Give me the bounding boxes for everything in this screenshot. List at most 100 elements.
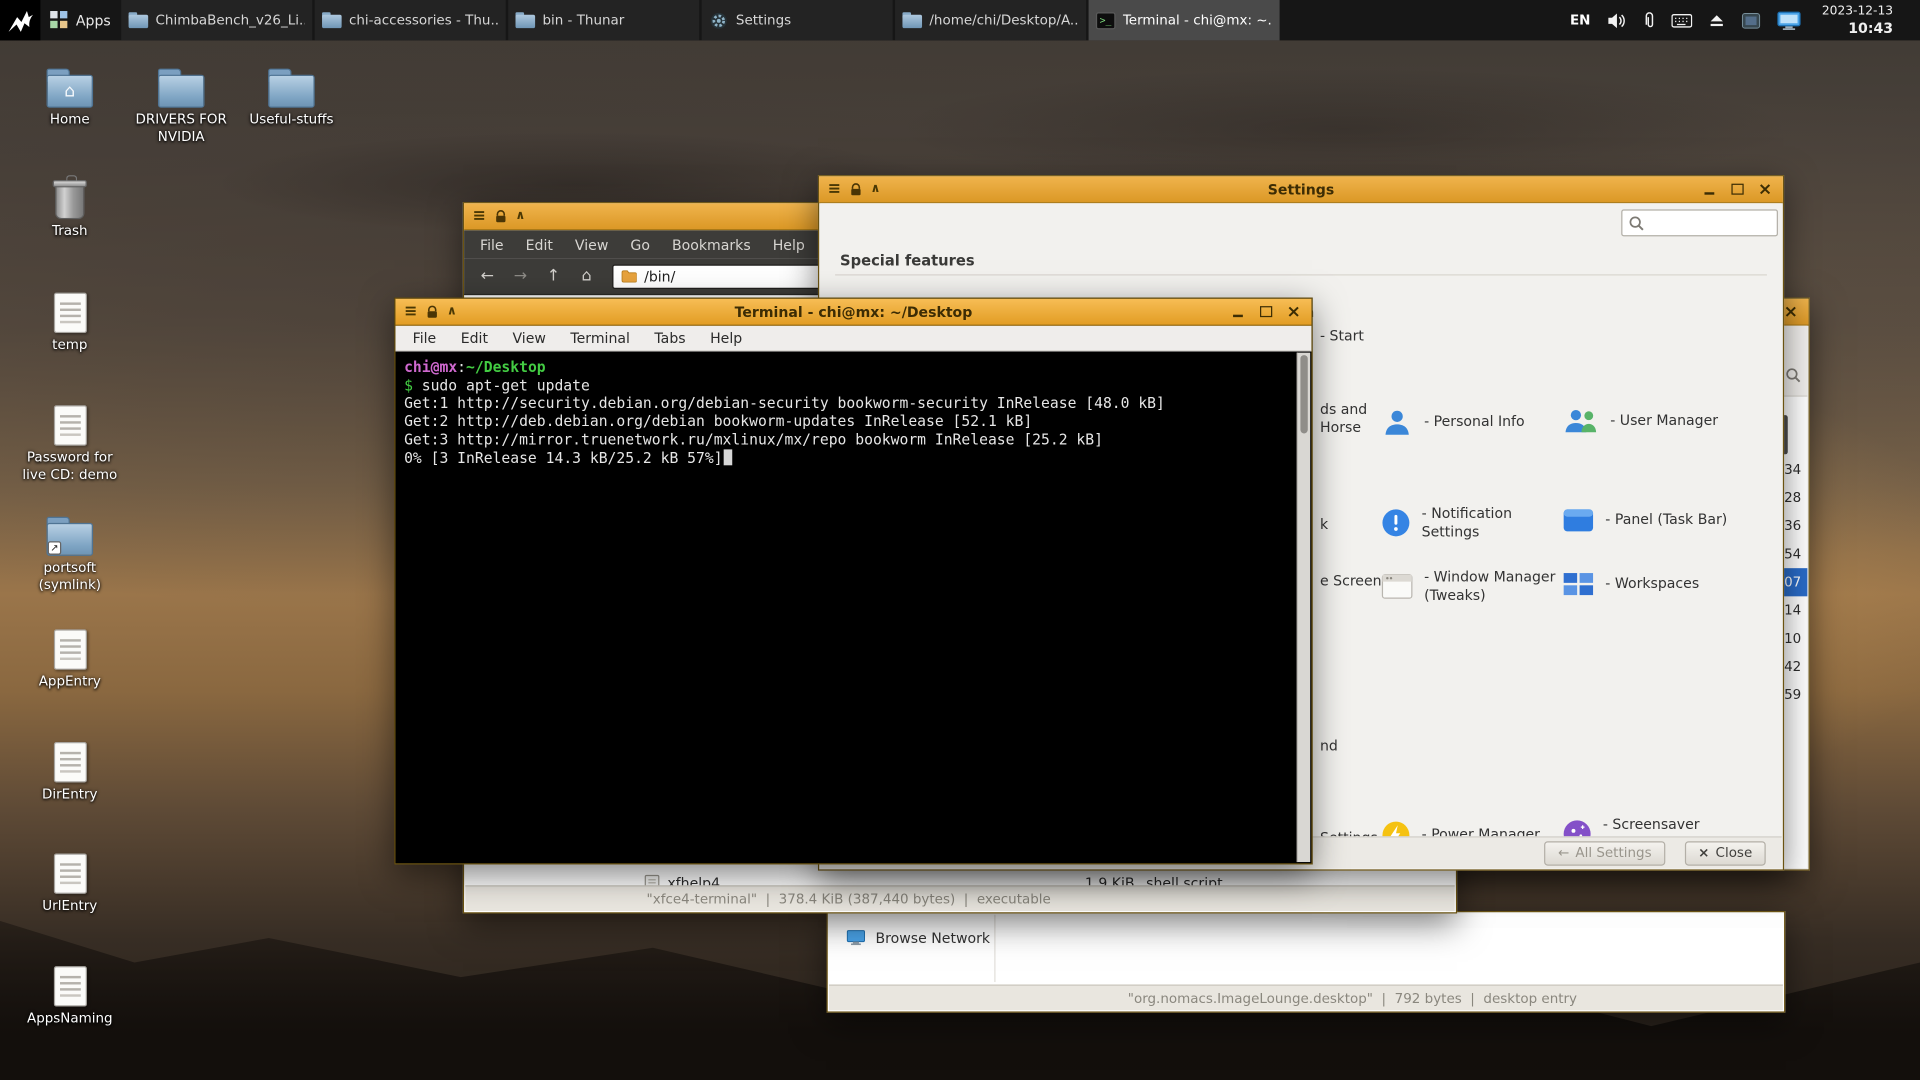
settings-item-workspaces[interactable]: - Workspaces: [1562, 571, 1699, 598]
menu-view[interactable]: View: [564, 236, 619, 253]
terminal-titlebar[interactable]: Terminal - chi@mx: ~/Desktop: [396, 299, 1312, 326]
taskbar-button-terminal[interactable]: Terminal - chi@mx: ~...: [1089, 0, 1280, 40]
desktop-icon-appsnaming[interactable]: AppsNaming: [15, 964, 125, 1028]
menu-file[interactable]: File: [400, 329, 448, 346]
window-menu-icon[interactable]: [404, 304, 417, 320]
workspaces-icon: [1562, 571, 1594, 598]
settings-item-window-manager[interactable]: - Window Manager (Tweaks): [1381, 568, 1561, 605]
taskbar-button-chi-accessories[interactable]: chi-accessories - Thu...: [315, 0, 506, 40]
pane-divider: [994, 915, 995, 982]
settings-item-notification[interactable]: - Notification Settings: [1381, 504, 1522, 541]
sidebar-item-browse-network[interactable]: Browse Network: [846, 929, 990, 946]
lock-icon[interactable]: [493, 209, 508, 224]
all-settings-button[interactable]: All Settings: [1544, 841, 1665, 865]
task-label: Terminal - chi@mx: ~...: [1123, 12, 1272, 28]
settings-item-label: - User Manager: [1610, 412, 1718, 431]
settings-titlebar[interactable]: Settings: [819, 176, 1783, 203]
terminal-command-line: $sudo apt-get update: [404, 377, 1289, 395]
taskbar-button-desktop-folder[interactable]: /home/chi/Desktop/A...: [895, 0, 1086, 40]
settings-fragment-horse: Horse: [1320, 419, 1361, 436]
keyboard-icon[interactable]: [1671, 13, 1692, 28]
apps-grid-icon: [50, 11, 68, 29]
shade-icon[interactable]: [870, 183, 880, 195]
desktop-icon-useful-stuffs[interactable]: Useful-stuffs: [236, 67, 346, 129]
apps-button[interactable]: Apps: [40, 0, 118, 40]
display-icon[interactable]: [1777, 10, 1801, 30]
settings-item-label: - Window Manager (Tweaks): [1424, 568, 1561, 605]
search-icon[interactable]: [1785, 365, 1801, 388]
desktop-icon-temp[interactable]: temp: [15, 290, 125, 354]
desktop-icon-home[interactable]: Home: [15, 67, 125, 129]
mx-menu-button[interactable]: [0, 0, 40, 40]
maximize-button[interactable]: [1729, 181, 1745, 198]
desktop-icon-password-livecd[interactable]: Password for live CD: demo: [15, 403, 125, 485]
scrollbar-thumb[interactable]: [1300, 355, 1307, 433]
close-button[interactable]: [1783, 303, 1799, 320]
back-button[interactable]: [473, 263, 502, 290]
desktop-icon-appentry[interactable]: AppEntry: [15, 627, 125, 691]
forward-button[interactable]: [506, 263, 535, 290]
window-menu-icon[interactable]: [828, 181, 841, 197]
back-arrow-icon: [1558, 845, 1569, 861]
home-button[interactable]: [572, 263, 601, 290]
menu-edit[interactable]: Edit: [515, 236, 564, 253]
trash-icon: [55, 184, 84, 220]
up-button[interactable]: [539, 263, 568, 290]
task-label: chi-accessories - Thu...: [349, 12, 498, 28]
settings-fragment-start[interactable]: - Start: [1320, 327, 1364, 344]
taskbar-button-settings[interactable]: Settings: [702, 0, 893, 40]
shade-icon[interactable]: [515, 210, 525, 222]
terminal-icon: [1096, 12, 1116, 29]
menu-go[interactable]: Go: [619, 236, 661, 253]
maximize-button[interactable]: [1258, 303, 1274, 320]
menu-bookmarks[interactable]: Bookmarks: [661, 236, 762, 253]
settings-item-user-manager[interactable]: - User Manager: [1562, 407, 1718, 436]
settings-item-label: - Screensaver Settings: [1603, 816, 1708, 837]
desktop-icon-direntry[interactable]: DirEntry: [15, 740, 125, 804]
taskbar-button-chimbabench[interactable]: ChimbaBench_v26_Li...: [121, 0, 312, 40]
minimize-button[interactable]: [1701, 181, 1717, 198]
folder-icon: [516, 12, 536, 28]
desktop-icon-label: portsoft (symlink): [16, 560, 124, 595]
clock[interactable]: 2023-12-13 10:43: [1822, 3, 1893, 37]
settings-item-power-manager[interactable]: - Power Manager: [1381, 820, 1540, 836]
menu-help[interactable]: Help: [762, 236, 816, 253]
volume-icon[interactable]: [1606, 12, 1626, 29]
close-button[interactable]: [1757, 181, 1773, 198]
menu-terminal[interactable]: Terminal: [558, 329, 642, 346]
settings-item-screensaver[interactable]: - Screensaver Settings: [1562, 816, 1708, 837]
close-button[interactable]: [1286, 303, 1302, 320]
menu-edit[interactable]: Edit: [448, 329, 500, 346]
desktop-icon-trash[interactable]: Trash: [15, 178, 125, 241]
menu-tabs[interactable]: Tabs: [642, 329, 698, 346]
shade-icon[interactable]: [447, 306, 457, 318]
terminal-screen[interactable]: chi@mx:~/Desktop $sudo apt-get update Ge…: [397, 353, 1297, 862]
desktop-icon-urlentry[interactable]: UrlEntry: [15, 851, 125, 915]
menu-help[interactable]: Help: [698, 329, 755, 346]
path-text: /bin/: [644, 268, 675, 285]
lock-icon[interactable]: [425, 304, 440, 319]
terminal-scrollbar[interactable]: [1297, 353, 1310, 862]
desktop-icon-drivers-nvidia[interactable]: DRIVERS FOR NVIDIA: [126, 67, 236, 146]
clipboard-paperclip-icon[interactable]: [1642, 11, 1655, 29]
desktop-icon-label: Password for live CD: demo: [16, 449, 124, 484]
keyboard-layout-indicator[interactable]: EN: [1570, 12, 1590, 28]
desktop-icon-portsoft[interactable]: portsoft (symlink): [15, 516, 125, 595]
power-icon: [1381, 820, 1410, 836]
settings-item-panel-taskbar[interactable]: - Panel (Task Bar): [1562, 507, 1727, 534]
close-settings-button[interactable]: Close: [1685, 841, 1766, 865]
lock-icon[interactable]: [848, 182, 863, 197]
menu-file[interactable]: File: [469, 236, 515, 253]
eject-icon[interactable]: [1708, 12, 1725, 28]
menu-view[interactable]: View: [500, 329, 558, 346]
terminal-progress-line: 0% [3 InRelease 14.3 kB/25.2 kB 57%]: [404, 449, 1289, 467]
top-panel: Apps ChimbaBench_v26_Li... chi-accessori…: [0, 0, 1920, 40]
users-icon: [1562, 407, 1599, 436]
window-menu-icon[interactable]: [473, 208, 486, 224]
desktop-icon-label: DRIVERS FOR NVIDIA: [127, 111, 235, 146]
settings-item-personal-info[interactable]: - Personal Info: [1381, 407, 1524, 439]
minimize-button[interactable]: [1229, 303, 1245, 320]
tray-app-icon[interactable]: [1741, 12, 1761, 29]
settings-search-input[interactable]: [1621, 209, 1778, 236]
taskbar-button-bin-thunar[interactable]: bin - Thunar: [508, 0, 699, 40]
